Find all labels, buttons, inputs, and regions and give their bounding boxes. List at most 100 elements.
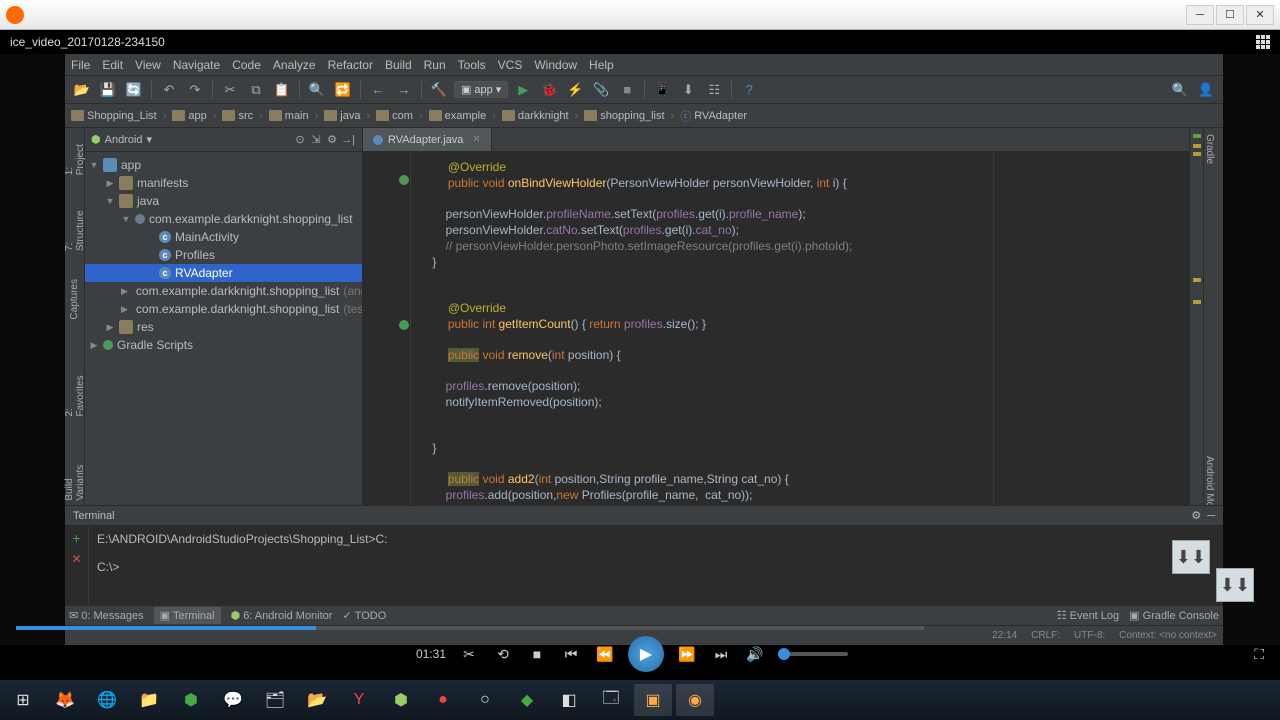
- paste-icon[interactable]: 📋: [271, 79, 293, 101]
- forward-icon[interactable]: →: [393, 79, 415, 101]
- taskbar-app-icon[interactable]: 🗔: [592, 684, 630, 716]
- taskbar-app-icon[interactable]: ⬢: [172, 684, 210, 716]
- menu-refactor[interactable]: Refactor: [328, 58, 373, 72]
- help-icon[interactable]: ?: [738, 79, 760, 101]
- collapse-icon[interactable]: ⇲: [308, 132, 324, 148]
- crumb[interactable]: darkknight: [502, 110, 569, 122]
- tree-node-class[interactable]: cProfiles: [85, 246, 362, 264]
- tree-node-gradle[interactable]: ▶Gradle Scripts: [85, 336, 362, 354]
- undo-icon[interactable]: ↶: [158, 79, 180, 101]
- tree-node-res[interactable]: ▶res: [85, 318, 362, 336]
- menu-vcs[interactable]: VCS: [498, 58, 523, 72]
- tab-messages[interactable]: ✉0: Messages: [69, 609, 144, 622]
- hide-icon[interactable]: →|: [340, 132, 356, 148]
- close-tab-icon[interactable]: ✕: [472, 134, 480, 145]
- override-gutter-icon[interactable]: [399, 320, 409, 330]
- crumb[interactable]: src: [222, 110, 253, 122]
- seek-bar[interactable]: [16, 626, 924, 630]
- taskbar-app-icon[interactable]: 📂: [298, 684, 336, 716]
- menu-tools[interactable]: Tools: [458, 58, 486, 72]
- tab-project[interactable]: 1: Project: [64, 132, 86, 179]
- crumb[interactable]: java: [324, 110, 360, 122]
- redo-icon[interactable]: ↷: [184, 79, 206, 101]
- crumb[interactable]: main: [269, 110, 309, 122]
- tab-build-variants[interactable]: Build Variants: [64, 440, 86, 505]
- open-icon[interactable]: 📂: [71, 79, 93, 101]
- sync-icon[interactable]: 🔄: [123, 79, 145, 101]
- taskbar-app-icon[interactable]: Y: [340, 684, 378, 716]
- apply-changes-icon[interactable]: ⚡: [564, 79, 586, 101]
- close-session-icon[interactable]: ✕: [71, 552, 81, 566]
- hide-icon[interactable]: ─: [1207, 510, 1215, 522]
- project-structure-icon[interactable]: ☷: [703, 79, 725, 101]
- menu-code[interactable]: Code: [232, 58, 261, 72]
- tree-node-java[interactable]: ▼java: [85, 192, 362, 210]
- search-everywhere-icon[interactable]: 🔍: [1169, 79, 1191, 101]
- stop-icon[interactable]: ■: [526, 643, 548, 665]
- menu-file[interactable]: File: [71, 58, 90, 72]
- replace-icon[interactable]: 🔁: [332, 79, 354, 101]
- taskbar-app-icon[interactable]: ⬢: [382, 684, 420, 716]
- download-badge-icon[interactable]: ⬇⬇: [1172, 540, 1210, 574]
- repeat-icon[interactable]: ⟲: [492, 643, 514, 665]
- tree-node-pkg[interactable]: ▼com.example.darkknight.shopping_list: [85, 210, 362, 228]
- download-badge-icon[interactable]: ⬇⬇: [1216, 568, 1254, 602]
- tree-node-class-selected[interactable]: cRVAdapter: [85, 264, 362, 282]
- volume-icon[interactable]: 🔊: [744, 643, 766, 665]
- stop-icon[interactable]: ■: [616, 79, 638, 101]
- cut-icon[interactable]: ✂: [219, 79, 241, 101]
- prev-icon[interactable]: ⏮: [560, 643, 582, 665]
- fullscreen-icon[interactable]: ⛶: [1254, 646, 1264, 663]
- gear-icon[interactable]: ⚙: [1191, 509, 1201, 522]
- save-icon[interactable]: 💾: [97, 79, 119, 101]
- taskbar-app-icon[interactable]: 📁: [130, 684, 168, 716]
- rewind-icon[interactable]: ⏪: [594, 643, 616, 665]
- find-icon[interactable]: 🔍: [306, 79, 328, 101]
- taskbar-app-icon[interactable]: 💬: [214, 684, 252, 716]
- crumb[interactable]: example: [429, 110, 487, 122]
- override-gutter-icon[interactable]: [399, 175, 409, 185]
- run-config-select[interactable]: ▣ app ▾: [454, 81, 508, 98]
- gear-icon[interactable]: ⚙: [324, 132, 340, 148]
- make-icon[interactable]: 🔨: [428, 79, 450, 101]
- tree-node-pkg[interactable]: ▶com.example.darkknight.shopping_list (t…: [85, 300, 362, 318]
- tab-todo[interactable]: ✓TODO: [342, 609, 386, 622]
- crumb[interactable]: ⓒRVAdapter: [680, 108, 747, 124]
- play-button[interactable]: ▶: [628, 636, 664, 672]
- taskbar-app-icon[interactable]: ●: [424, 684, 462, 716]
- maximize-button[interactable]: ☐: [1216, 5, 1244, 25]
- menu-edit[interactable]: Edit: [102, 58, 123, 72]
- taskbar-app-icon[interactable]: ▣: [634, 684, 672, 716]
- tab-android-monitor[interactable]: ⬢6: Android Monitor: [231, 609, 333, 622]
- user-icon[interactable]: 👤: [1195, 79, 1217, 101]
- crumb[interactable]: shopping_list: [584, 110, 664, 122]
- sdk-icon[interactable]: ⬇: [677, 79, 699, 101]
- taskbar-app-icon[interactable]: ◉: [676, 684, 714, 716]
- taskbar-app-icon[interactable]: ◆: [508, 684, 546, 716]
- scroll-from-source-icon[interactable]: ⊙: [292, 132, 308, 148]
- attach-icon[interactable]: 📎: [590, 79, 612, 101]
- menu-run[interactable]: Run: [424, 58, 446, 72]
- taskbar-app-icon[interactable]: ○: [466, 684, 504, 716]
- menu-build[interactable]: Build: [385, 58, 412, 72]
- tab-favorites[interactable]: 2: Favorites: [64, 364, 86, 421]
- tab-captures[interactable]: Captures: [69, 275, 80, 324]
- taskbar-app-icon[interactable]: 🌐: [88, 684, 126, 716]
- menu-analyze[interactable]: Analyze: [273, 58, 316, 72]
- tree-node-pkg[interactable]: ▶com.example.darkknight.shopping_list (a…: [85, 282, 362, 300]
- volume-slider[interactable]: [778, 652, 848, 656]
- tab-gradle[interactable]: Gradle: [1204, 128, 1215, 170]
- taskbar-app-icon[interactable]: ◧: [550, 684, 588, 716]
- tree-node-manifests[interactable]: ▶manifests: [85, 174, 362, 192]
- menu-help[interactable]: Help: [589, 58, 614, 72]
- menu-window[interactable]: Window: [534, 58, 577, 72]
- avd-icon[interactable]: 📱: [651, 79, 673, 101]
- tab-event-log[interactable]: ☷Event Log: [1057, 609, 1119, 622]
- terminal-output[interactable]: E:\ANDROID\AndroidStudioProjects\Shoppin…: [89, 526, 1223, 605]
- crumb[interactable]: com: [376, 110, 413, 122]
- copy-icon[interactable]: ⧉: [245, 79, 267, 101]
- menu-navigate[interactable]: Navigate: [173, 58, 220, 72]
- menu-view[interactable]: View: [135, 58, 161, 72]
- tab-terminal[interactable]: ▣Terminal: [154, 607, 221, 624]
- run-icon[interactable]: ▶: [512, 79, 534, 101]
